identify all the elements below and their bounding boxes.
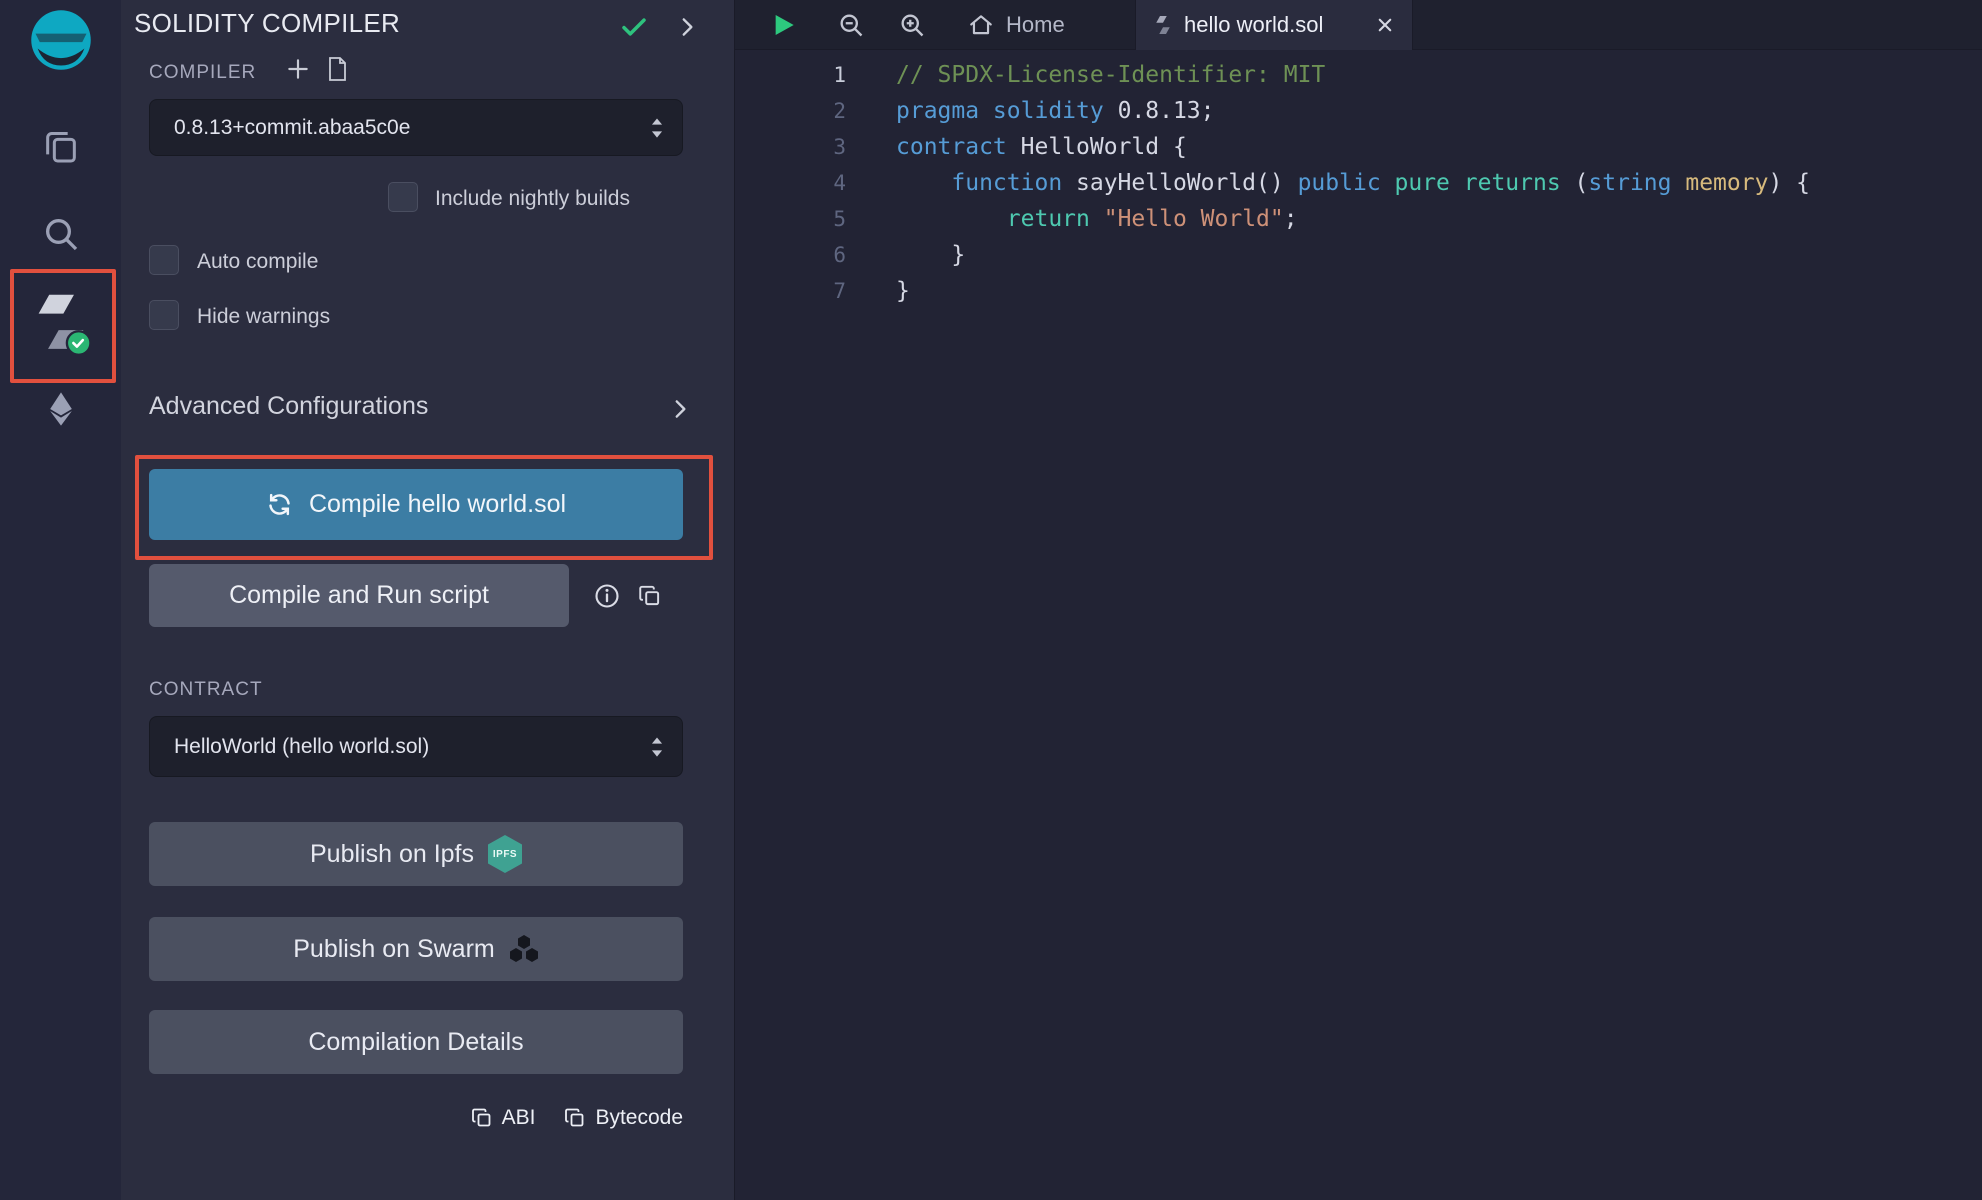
panel-chevron-icon[interactable] — [674, 14, 700, 40]
line-number: 3 — [735, 129, 846, 165]
line-number: 2 — [735, 93, 846, 129]
ipfs-icon: IPFS — [488, 835, 522, 873]
info-icon[interactable] — [593, 582, 621, 610]
solidity-compiler-panel: SOLIDITY COMPILER COMPILER 0.8.13+commit… — [121, 0, 734, 1200]
code-line[interactable]: 3contract HelloWorld { — [735, 129, 1982, 165]
remix-ide: SOLIDITY COMPILER COMPILER 0.8.13+commit… — [0, 0, 1982, 1200]
hide-warnings-checkbox[interactable] — [149, 300, 179, 330]
publish-ipfs-button[interactable]: Publish on Ipfs IPFS — [149, 822, 683, 886]
ipfs-badge-text: IPFS — [493, 849, 517, 860]
solidity-file-icon — [1154, 14, 1172, 36]
remix-logo[interactable] — [0, 6, 121, 74]
line-number: 7 — [735, 273, 846, 309]
code-line-content: } — [846, 237, 965, 273]
copy-bytecode-button[interactable]: Bytecode — [563, 1106, 683, 1130]
auto-compile-label: Auto compile — [197, 250, 318, 274]
compiler-section-label: COMPILER — [149, 62, 256, 84]
tab-file-label: hello world.sol — [1184, 12, 1323, 38]
advanced-config-toggle[interactable]: Advanced Configurations — [149, 392, 428, 421]
advanced-config-label: Advanced Configurations — [149, 392, 428, 420]
compile-button-label: Compile hello world.sol — [309, 490, 566, 519]
compile-and-run-label: Compile and Run script — [229, 581, 489, 610]
line-number: 5 — [735, 201, 846, 237]
include-nightly-label: Include nightly builds — [435, 187, 630, 211]
copy-script-icon[interactable] — [637, 583, 663, 609]
zoom-out-icon[interactable] — [837, 11, 865, 39]
contract-select[interactable]: HelloWorld (hello world.sol) — [149, 716, 683, 777]
code-line[interactable]: 5 return "Hello World"; — [735, 201, 1982, 237]
code-line-content: return "Hello World"; — [846, 201, 1298, 237]
publish-swarm-label: Publish on Swarm — [293, 935, 494, 964]
open-file-icon[interactable] — [325, 56, 349, 82]
zoom-in-icon[interactable] — [898, 11, 926, 39]
code-line-content: } — [846, 273, 910, 309]
publish-swarm-button[interactable]: Publish on Swarm — [149, 917, 683, 981]
bytecode-label: Bytecode — [595, 1106, 683, 1130]
code-line[interactable]: 1// SPDX-License-Identifier: MIT — [735, 57, 1982, 93]
deploy-run-icon[interactable] — [0, 388, 121, 430]
tab-hello-world-sol[interactable]: hello world.sol — [1135, 0, 1413, 50]
compilation-details-button[interactable]: Compilation Details — [149, 1010, 683, 1074]
code-line[interactable]: 6 } — [735, 237, 1982, 273]
tab-home-label: Home — [1006, 12, 1065, 38]
code-line-content: pragma solidity 0.8.13; — [846, 93, 1215, 129]
contract-select-value: HelloWorld (hello world.sol) — [174, 735, 429, 759]
tab-home[interactable]: Home — [936, 0, 1135, 50]
code-line-content: // SPDX-License-Identifier: MIT — [846, 57, 1325, 93]
editor: Home hello world.sol 1// SPDX-License-Id… — [734, 0, 1982, 1200]
code-line-content: function sayHelloWorld() public pure ret… — [846, 165, 1810, 201]
activity-bar — [0, 0, 121, 1200]
hide-warnings-label: Hide warnings — [197, 305, 330, 329]
line-number: 6 — [735, 237, 846, 273]
code-area[interactable]: 1// SPDX-License-Identifier: MIT2pragma … — [735, 51, 1982, 1200]
code-line[interactable]: 7} — [735, 273, 1982, 309]
compile-success-check-icon — [619, 12, 649, 42]
add-compiler-icon[interactable] — [285, 56, 311, 82]
line-number: 4 — [735, 165, 846, 201]
compiler-version-value: 0.8.13+commit.abaa5c0e — [174, 116, 410, 140]
solidity-compiler-icon[interactable] — [0, 290, 121, 356]
swarm-icon — [509, 935, 539, 963]
editor-toolbar: Home hello world.sol — [735, 0, 1982, 50]
compile-button[interactable]: Compile hello world.sol — [149, 469, 683, 540]
line-number: 1 — [735, 57, 846, 93]
advanced-chevron-icon[interactable] — [667, 396, 693, 422]
include-nightly-checkbox[interactable] — [388, 182, 418, 212]
compilation-details-label: Compilation Details — [308, 1028, 523, 1057]
abi-label: ABI — [502, 1106, 536, 1130]
file-explorer-icon[interactable] — [0, 126, 121, 166]
close-tab-icon[interactable] — [1376, 16, 1394, 34]
select-stepper-icon — [648, 734, 666, 760]
copy-abi-button[interactable]: ABI — [470, 1106, 536, 1130]
code-line[interactable]: 4 function sayHelloWorld() public pure r… — [735, 165, 1982, 201]
auto-compile-checkbox[interactable] — [149, 245, 179, 275]
search-icon[interactable] — [0, 214, 121, 254]
compiler-version-select[interactable]: 0.8.13+commit.abaa5c0e — [149, 99, 683, 156]
code-line-content: contract HelloWorld { — [846, 129, 1187, 165]
code-line[interactable]: 2pragma solidity 0.8.13; — [735, 93, 1982, 129]
home-icon — [968, 12, 994, 38]
abi-bytecode-row: ABI Bytecode — [149, 1106, 683, 1130]
compile-and-run-button[interactable]: Compile and Run script — [149, 564, 569, 627]
contract-section-label: CONTRACT — [149, 679, 263, 701]
panel-title: SOLIDITY COMPILER — [134, 8, 400, 39]
publish-ipfs-label: Publish on Ipfs — [310, 840, 474, 869]
run-script-icon[interactable] — [767, 9, 799, 41]
refresh-icon — [266, 491, 293, 518]
select-stepper-icon — [648, 115, 666, 141]
